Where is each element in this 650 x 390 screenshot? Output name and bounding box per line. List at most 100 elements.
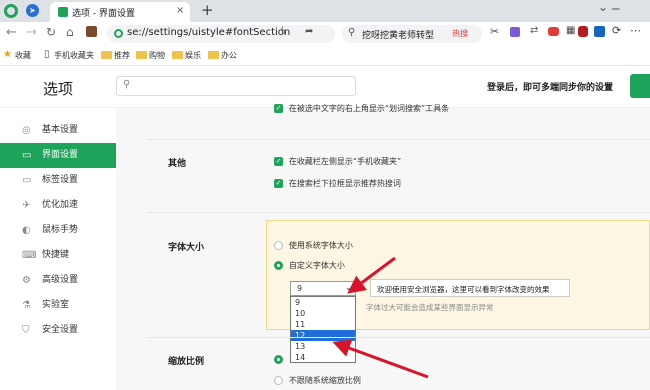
sidebar-item-interface[interactable]: ▭ 界面设置 <box>0 143 116 168</box>
hot-badge[interactable]: 热搜 <box>452 28 468 39</box>
sidebar-item-lab[interactable]: ⚗ 实验室 <box>0 293 116 318</box>
bag-icon[interactable] <box>86 26 97 37</box>
grid-icon[interactable]: ▦ <box>566 25 575 36</box>
checkbox-checked-icon[interactable]: ✓ <box>274 104 283 113</box>
settings-content: ✓ 在被选中文字的右上角显示“划词搜索”工具条 其他 ✓ 在收藏栏左侧显示“手机… <box>116 104 650 390</box>
sidebar-item-label: 基本设置 <box>42 125 79 135</box>
address-bar[interactable]: se://settings/uistyle#fontSection <box>107 25 335 43</box>
dropdown-option[interactable]: 9 <box>291 297 355 308</box>
folder-icon <box>136 51 147 59</box>
radio-zoom-system[interactable]: 不跟随系统缩放比例 <box>274 375 361 386</box>
media-icon[interactable] <box>594 26 605 37</box>
new-tab-icon[interactable]: + <box>201 1 214 19</box>
tab-title: 选项 - 界面设置 <box>72 9 135 19</box>
folder-icon <box>208 51 219 59</box>
tab-favicon-icon <box>58 7 68 17</box>
back-icon[interactable]: ← <box>6 25 17 40</box>
window-minimize-icon[interactable]: ─ <box>612 2 619 16</box>
shield-icon: ⛉ <box>22 325 30 336</box>
font-size-dropdown[interactable]: 9 10 11 12 13 14 <box>290 296 356 363</box>
sidebar-item-label: 界面设置 <box>42 150 79 160</box>
search-box[interactable]: ⚲ 挖呀挖黄老师转型 热搜 <box>342 25 482 43</box>
address-text: se://settings/uistyle#fontSection <box>127 27 291 38</box>
dropdown-option-selected[interactable]: 12 <box>291 330 355 341</box>
font-warning: 字体过大可能会造成某些界面显示异常 <box>366 303 494 312</box>
dropdown-option[interactable]: 13 <box>291 341 355 352</box>
search-icon[interactable]: ⚲ <box>348 27 355 38</box>
option-row-hot-search[interactable]: ✓ 在搜索栏下拉框显示推荐热搜词 <box>274 178 401 189</box>
window-icon: ▭ <box>22 150 32 161</box>
bookmark-shopping[interactable]: 购物 <box>149 50 165 61</box>
login-button[interactable] <box>630 74 650 98</box>
radio-checked-icon[interactable] <box>274 261 283 270</box>
radio-unchecked-icon[interactable] <box>274 376 283 385</box>
dropdown-option[interactable]: 14 <box>291 352 355 363</box>
settings-circle-icon: ◎ <box>22 125 31 136</box>
radio-checked-icon[interactable] <box>274 355 283 364</box>
settings-header: 选项 ⚲ 登录后，即可多端同步你的设置 <box>0 66 650 108</box>
flask-icon: ⚗ <box>22 300 31 311</box>
sidebar-item-label: 优化加速 <box>42 200 79 210</box>
sidebar-item-label: 安全设置 <box>42 325 79 335</box>
settings-search-input[interactable]: ⚲ <box>116 76 356 96</box>
bookmark-entertainment[interactable]: 娱乐 <box>185 50 201 61</box>
browser-logo-icon <box>4 4 18 18</box>
bookmark-recommend[interactable]: 推荐 <box>114 50 130 61</box>
bookmarks-bar: ★ 收藏 ▯ 手机收藏夹 推荐 购物 娱乐 办公 <box>0 46 650 66</box>
radio-system-font[interactable]: 使用系统字体大小 <box>274 240 353 251</box>
sidebar-item-label: 快捷键 <box>42 250 70 260</box>
divider <box>146 212 650 213</box>
active-tab[interactable]: 选项 - 界面设置 × <box>50 2 190 22</box>
reload-icon[interactable]: ↻ <box>46 25 56 39</box>
extension-icon[interactable] <box>510 27 520 37</box>
option-row-mobile-favorites[interactable]: ✓ 在收藏栏左侧显示“手机收藏夹” <box>274 156 401 167</box>
select-value: 9 <box>297 284 303 293</box>
tab-close-icon[interactable]: × <box>176 5 184 16</box>
option-row-top[interactable]: ✓ 在被选中文字的右上角显示“划词搜索”工具条 <box>274 103 449 114</box>
window-menu-icon[interactable]: ⌄ <box>598 0 608 14</box>
folder-icon <box>172 51 183 59</box>
refresh-extension-icon[interactable]: ⟳ <box>612 24 621 37</box>
radio-custom-font[interactable]: 自定义字体大小 <box>274 260 345 271</box>
translate-icon[interactable]: ⇄ <box>530 25 538 36</box>
bookmark-office[interactable]: 办公 <box>221 50 237 61</box>
dropdown-option[interactable]: 11 <box>291 319 355 330</box>
sidebar-item-basic[interactable]: ◎ 基本设置 <box>0 118 116 143</box>
sidebar-item-mouse-gesture[interactable]: ◐ 鼠标手势 <box>0 218 116 243</box>
section-label-font-size: 字体大小 <box>168 243 205 253</box>
radio-label: 不跟随系统缩放比例 <box>288 376 361 385</box>
font-size-select[interactable]: 9 ⌄ <box>290 281 356 296</box>
game-icon[interactable] <box>548 27 559 36</box>
advanced-icon: ⚙ <box>22 275 31 286</box>
home-icon[interactable]: ⌂ <box>66 25 74 39</box>
toolbar: ← → ↻ ⌂ se://settings/uistyle#fontSectio… <box>0 22 650 46</box>
bookmark-mobile[interactable]: 手机收藏夹 <box>54 50 94 61</box>
secure-icon <box>114 29 123 38</box>
sidebar-item-tabs[interactable]: ▭ 标签设置 <box>0 168 116 193</box>
checkbox-checked-icon[interactable]: ✓ <box>274 179 283 188</box>
sidebar-item-shortcuts[interactable]: ⌨ 快捷键 <box>0 243 116 268</box>
sidebar-item-advanced[interactable]: ⚙ 高级设置 <box>0 268 116 293</box>
scissors-icon[interactable]: ✂ <box>490 25 499 38</box>
bookmark-star-icon: ★ <box>3 49 12 60</box>
lightning-icon[interactable]: ϟ <box>280 26 287 37</box>
ublock-icon[interactable] <box>578 26 588 37</box>
radio-label: 自定义字体大小 <box>288 261 345 270</box>
mouse-icon: ◐ <box>22 225 31 236</box>
section-label-other: 其他 <box>168 159 187 169</box>
divider <box>146 139 650 140</box>
checkbox-checked-icon[interactable]: ✓ <box>274 157 283 166</box>
share-icon[interactable]: ➦ <box>305 26 313 37</box>
dropdown-option[interactable]: 10 <box>291 308 355 319</box>
forward-icon[interactable]: → <box>26 25 37 40</box>
sidebar-item-label: 实验室 <box>42 300 70 310</box>
sidebar-item-optimize[interactable]: ✈ 优化加速 <box>0 193 116 218</box>
navigate-icon[interactable]: ➤ <box>26 4 39 17</box>
sidebar-item-security[interactable]: ⛉ 安全设置 <box>0 318 116 343</box>
section-label-zoom: 缩放比例 <box>168 357 205 367</box>
radio-unchecked-icon[interactable] <box>274 241 283 250</box>
sidebar-item-label: 高级设置 <box>42 275 79 285</box>
menu-icon[interactable]: ⋯ <box>630 24 641 37</box>
bookmark-favorites[interactable]: 收藏 <box>15 50 31 61</box>
page-title: 选项 <box>43 80 74 98</box>
